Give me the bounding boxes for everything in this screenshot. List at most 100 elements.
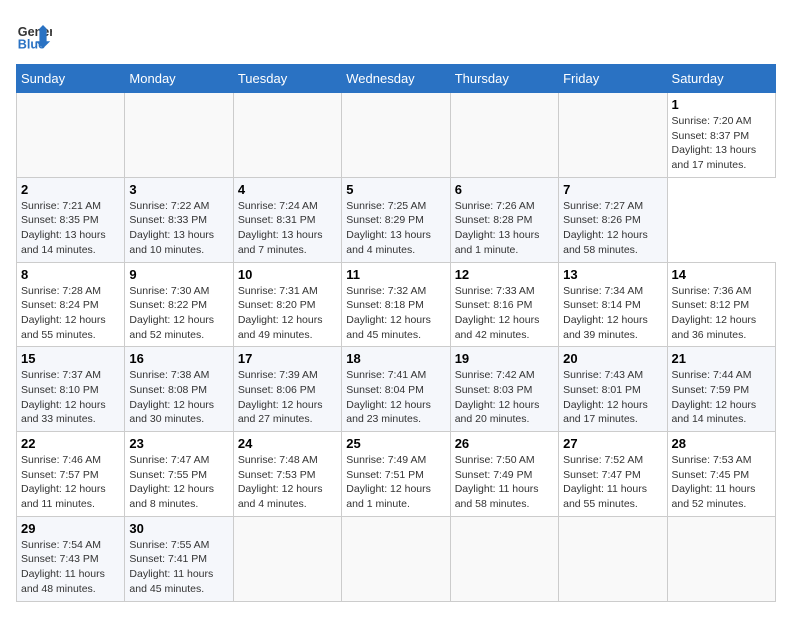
day-info: Sunrise: 7:53 AMSunset: 7:45 PMDaylight:… [672,453,771,512]
day-info: Sunrise: 7:54 AMSunset: 7:43 PMDaylight:… [21,538,120,597]
day-number: 13 [563,267,662,282]
day-info: Sunrise: 7:26 AMSunset: 8:28 PMDaylight:… [455,199,554,258]
day-info: Sunrise: 7:43 AMSunset: 8:01 PMDaylight:… [563,368,662,427]
calendar-day-cell: 22 Sunrise: 7:46 AMSunset: 7:57 PMDayligh… [17,432,125,517]
empty-cell [450,516,558,601]
calendar-header-monday: Monday [125,65,233,93]
calendar-day-cell: 29 Sunrise: 7:54 AMSunset: 7:43 PMDayligh… [17,516,125,601]
day-number: 9 [129,267,228,282]
day-info: Sunrise: 7:30 AMSunset: 8:22 PMDaylight:… [129,284,228,343]
day-number: 30 [129,521,228,536]
calendar-day-cell: 13Sunrise: 7:34 AMSunset: 8:14 PMDayligh… [559,262,667,347]
day-info: Sunrise: 7:31 AMSunset: 8:20 PMDaylight:… [238,284,337,343]
empty-cell [233,93,341,178]
day-info: Sunrise: 7:36 AMSunset: 8:12 PMDaylight:… [672,284,771,343]
calendar-day-cell: 20Sunrise: 7:43 AMSunset: 8:01 PMDayligh… [559,347,667,432]
day-number: 7 [563,182,662,197]
calendar-header-saturday: Saturday [667,65,775,93]
calendar-day-cell: 10 Sunrise: 7:31 AMSunset: 8:20 PMDayligh… [233,262,341,347]
day-number: 19 [455,351,554,366]
day-info: Sunrise: 7:44 AMSunset: 7:59 PMDaylight:… [672,368,771,427]
calendar-day-cell: 14 Sunrise: 7:36 AMSunset: 8:12 PMDayligh… [667,262,775,347]
calendar-header-tuesday: Tuesday [233,65,341,93]
day-info: Sunrise: 7:39 AMSunset: 8:06 PMDaylight:… [238,368,337,427]
calendar-day-cell: 16 Sunrise: 7:38 AMSunset: 8:08 PMDayligh… [125,347,233,432]
calendar-day-cell: 30 Sunrise: 7:55 AMSunset: 7:41 PMDayligh… [125,516,233,601]
calendar-week-row: 22 Sunrise: 7:46 AMSunset: 7:57 PMDayligh… [17,432,776,517]
calendar-day-cell: 19 Sunrise: 7:42 AMSunset: 8:03 PMDayligh… [450,347,558,432]
day-number: 26 [455,436,554,451]
day-number: 23 [129,436,228,451]
day-number: 28 [672,436,771,451]
calendar-day-cell: 21 Sunrise: 7:44 AMSunset: 7:59 PMDayligh… [667,347,775,432]
day-number: 6 [455,182,554,197]
page-header: General Blue [16,16,776,52]
calendar-day-cell: 12 Sunrise: 7:33 AMSunset: 8:16 PMDayligh… [450,262,558,347]
empty-cell [559,516,667,601]
calendar-day-cell: 3 Sunrise: 7:22 AMSunset: 8:33 PMDaylight… [125,177,233,262]
day-number: 1 [672,97,771,112]
day-number: 18 [346,351,445,366]
calendar-day-cell: 23Sunrise: 7:47 AMSunset: 7:55 PMDayligh… [125,432,233,517]
calendar-day-cell: 5 Sunrise: 7:25 AMSunset: 8:29 PMDaylight… [342,177,450,262]
day-number: 12 [455,267,554,282]
calendar-day-cell: 15Sunrise: 7:37 AMSunset: 8:10 PMDayligh… [17,347,125,432]
calendar-day-cell: 8 Sunrise: 7:28 AMSunset: 8:24 PMDaylight… [17,262,125,347]
empty-cell [17,93,125,178]
empty-cell [342,93,450,178]
day-info: Sunrise: 7:25 AMSunset: 8:29 PMDaylight:… [346,199,445,258]
calendar-day-cell: 26Sunrise: 7:50 AMSunset: 7:49 PMDayligh… [450,432,558,517]
day-info: Sunrise: 7:20 AMSunset: 8:37 PMDaylight:… [672,114,771,173]
calendar-day-cell: 11Sunrise: 7:32 AMSunset: 8:18 PMDayligh… [342,262,450,347]
logo-icon: General Blue [16,16,52,52]
day-number: 27 [563,436,662,451]
day-info: Sunrise: 7:42 AMSunset: 8:03 PMDaylight:… [455,368,554,427]
calendar-day-cell: 18Sunrise: 7:41 AMSunset: 8:04 PMDayligh… [342,347,450,432]
day-number: 5 [346,182,445,197]
calendar-day-cell: 9 Sunrise: 7:30 AMSunset: 8:22 PMDaylight… [125,262,233,347]
empty-cell [233,516,341,601]
day-number: 8 [21,267,120,282]
day-number: 3 [129,182,228,197]
day-number: 14 [672,267,771,282]
day-number: 10 [238,267,337,282]
day-info: Sunrise: 7:21 AMSunset: 8:35 PMDaylight:… [21,199,120,258]
day-info: Sunrise: 7:55 AMSunset: 7:41 PMDaylight:… [129,538,228,597]
calendar-table: SundayMondayTuesdayWednesdayThursdayFrid… [16,64,776,602]
empty-cell [342,516,450,601]
empty-cell [125,93,233,178]
empty-cell [450,93,558,178]
calendar-day-cell: 2 Sunrise: 7:21 AMSunset: 8:35 PMDaylight… [17,177,125,262]
day-number: 11 [346,267,445,282]
day-info: Sunrise: 7:24 AMSunset: 8:31 PMDaylight:… [238,199,337,258]
day-number: 29 [21,521,120,536]
day-number: 16 [129,351,228,366]
calendar-day-cell: 17Sunrise: 7:39 AMSunset: 8:06 PMDayligh… [233,347,341,432]
empty-cell [559,93,667,178]
calendar-week-row: 29 Sunrise: 7:54 AMSunset: 7:43 PMDayligh… [17,516,776,601]
day-info: Sunrise: 7:52 AMSunset: 7:47 PMDaylight:… [563,453,662,512]
calendar-header-wednesday: Wednesday [342,65,450,93]
calendar-header-row: SundayMondayTuesdayWednesdayThursdayFrid… [17,65,776,93]
day-number: 2 [21,182,120,197]
calendar-header-thursday: Thursday [450,65,558,93]
day-info: Sunrise: 7:46 AMSunset: 7:57 PMDaylight:… [21,453,120,512]
calendar-week-row: 2 Sunrise: 7:21 AMSunset: 8:35 PMDaylight… [17,177,776,262]
day-info: Sunrise: 7:48 AMSunset: 7:53 PMDaylight:… [238,453,337,512]
day-info: Sunrise: 7:33 AMSunset: 8:16 PMDaylight:… [455,284,554,343]
calendar-week-row: 1 Sunrise: 7:20 AMSunset: 8:37 PMDaylight… [17,93,776,178]
empty-cell [667,516,775,601]
day-info: Sunrise: 7:38 AMSunset: 8:08 PMDaylight:… [129,368,228,427]
calendar-body: 1 Sunrise: 7:20 AMSunset: 8:37 PMDaylight… [17,93,776,602]
day-info: Sunrise: 7:49 AMSunset: 7:51 PMDaylight:… [346,453,445,512]
day-number: 21 [672,351,771,366]
calendar-day-cell: 6 Sunrise: 7:26 AMSunset: 8:28 PMDaylight… [450,177,558,262]
day-info: Sunrise: 7:22 AMSunset: 8:33 PMDaylight:… [129,199,228,258]
day-info: Sunrise: 7:27 AMSunset: 8:26 PMDaylight:… [563,199,662,258]
day-number: 22 [21,436,120,451]
calendar-day-cell: 7 Sunrise: 7:27 AMSunset: 8:26 PMDaylight… [559,177,667,262]
day-info: Sunrise: 7:28 AMSunset: 8:24 PMDaylight:… [21,284,120,343]
calendar-day-cell: 27 Sunrise: 7:52 AMSunset: 7:47 PMDayligh… [559,432,667,517]
calendar-header-friday: Friday [559,65,667,93]
calendar-week-row: 8 Sunrise: 7:28 AMSunset: 8:24 PMDaylight… [17,262,776,347]
